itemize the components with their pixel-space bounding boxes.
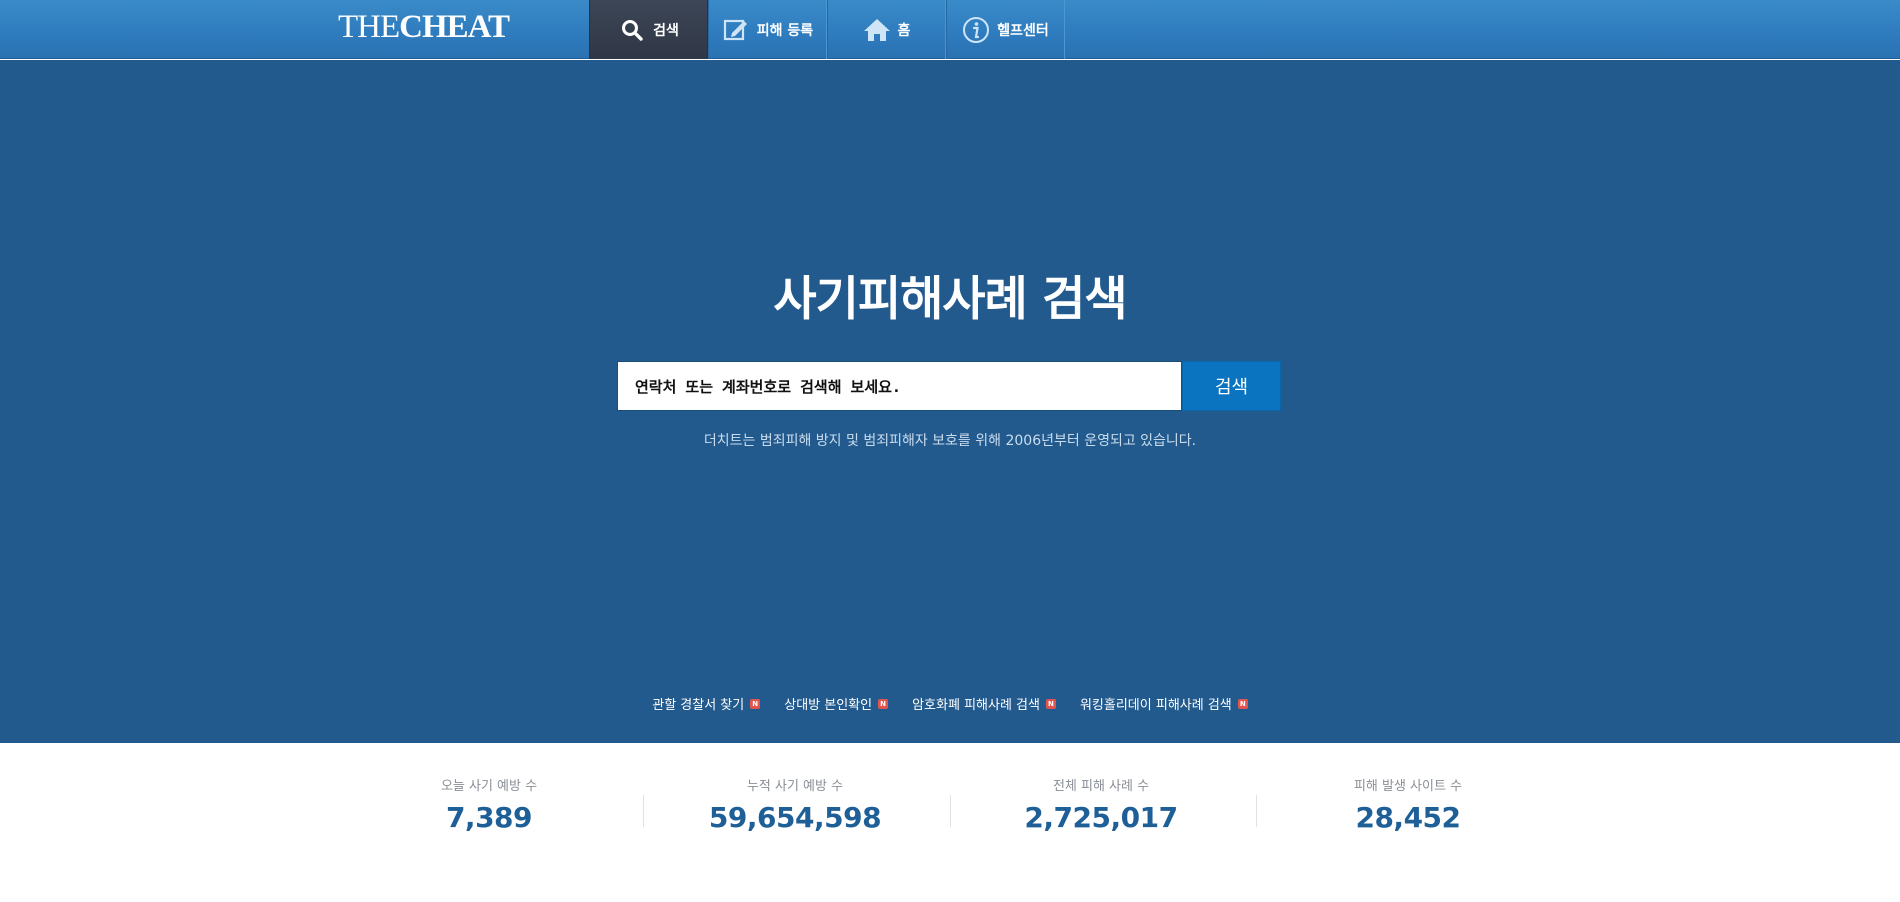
quick-link-police-station[interactable]: 관할 경찰서 찾기 N (652, 694, 761, 713)
quick-link-label: 워킹홀리데이 피해사례 검색 (1079, 698, 1232, 713)
stat-label: 오늘 사기 예방 수 (440, 779, 538, 794)
nav-item-report-damage[interactable]: 피해 등록 (708, 0, 827, 59)
nav-item-home[interactable]: 홈 (827, 0, 946, 59)
quick-links: 관할 경찰서 찾기 N 상대방 본인확인 N 암호화폐 피해사례 검색 N 워킹… (0, 694, 1900, 713)
hero-search-section: 사기피해사례 검색 검색 더치트는 범죄피해 방지 및 범죄피해자 보호를 위해… (0, 60, 1900, 743)
stat-value: 2,725,017 (1024, 801, 1178, 834)
nav-item-help-center[interactable]: 헬프센터 (946, 0, 1065, 59)
quick-link-label: 관할 경찰서 찾기 (652, 698, 745, 713)
nav-item-help-center-label: 헬프센터 (997, 22, 1049, 39)
quick-link-working-holiday-search[interactable]: 워킹홀리데이 피해사례 검색 N (1080, 694, 1248, 713)
stat-damage-sites: 피해 발생 사이트 수 28,452 (1255, 779, 1561, 834)
home-icon (863, 16, 891, 44)
statistics-strip: 오늘 사기 예방 수 7,389 누적 사기 예방 수 59,654,598 전… (0, 743, 1900, 902)
quick-link-identity-check[interactable]: 상대방 본인확인 N (784, 694, 889, 713)
stat-total-prevented: 누적 사기 예방 수 59,654,598 (642, 779, 948, 834)
stat-value: 7,389 (445, 801, 533, 834)
search-button[interactable]: 검색 (1182, 361, 1281, 411)
stat-label: 전체 피해 사례 수 (1052, 779, 1150, 794)
new-badge: N (878, 698, 889, 709)
quick-link-label: 상대방 본인확인 (784, 698, 873, 713)
main-nav: 검색 피해 등록 홈 헬프센터 (589, 0, 1065, 59)
thecheat-logo[interactable]: THECHEAT (338, 9, 510, 45)
stat-value: 28,452 (1355, 801, 1461, 834)
new-badge: N (1045, 698, 1056, 709)
nav-item-search-label: 검색 (653, 22, 679, 39)
page-title: 사기피해사례 검색 (773, 272, 1127, 327)
logo-text-the: THE (338, 9, 400, 45)
nav-item-search[interactable]: 검색 (589, 0, 708, 59)
edit-icon (722, 16, 750, 44)
search-input[interactable] (635, 363, 1181, 409)
stat-label: 누적 사기 예방 수 (746, 779, 844, 794)
stat-label: 피해 발생 사이트 수 (1353, 779, 1463, 794)
quick-link-crypto-search[interactable]: 암호화폐 피해사례 검색 N (912, 694, 1056, 713)
search-icon (618, 16, 646, 44)
info-icon (962, 16, 990, 44)
stat-value: 59,654,598 (708, 801, 882, 834)
logo-text-cheat: CHEAT (399, 9, 510, 45)
top-navigation-bar: THECHEAT 검색 피해 등록 홈 헬프센터 (0, 0, 1900, 59)
nav-item-home-label: 홈 (897, 22, 911, 39)
quick-link-label: 암호화폐 피해사례 검색 (912, 698, 1040, 713)
new-badge: N (750, 698, 761, 709)
service-note: 더치트는 범죄피해 방지 및 범죄피해자 보호를 위해 2006년부터 운영되고… (703, 433, 1197, 449)
stat-today-prevented: 오늘 사기 예방 수 7,389 (336, 779, 642, 834)
new-badge: N (1237, 698, 1248, 709)
nav-item-report-damage-label: 피해 등록 (756, 22, 814, 39)
stat-total-cases: 전체 피해 사례 수 2,725,017 (948, 779, 1254, 834)
search-box (617, 361, 1182, 411)
